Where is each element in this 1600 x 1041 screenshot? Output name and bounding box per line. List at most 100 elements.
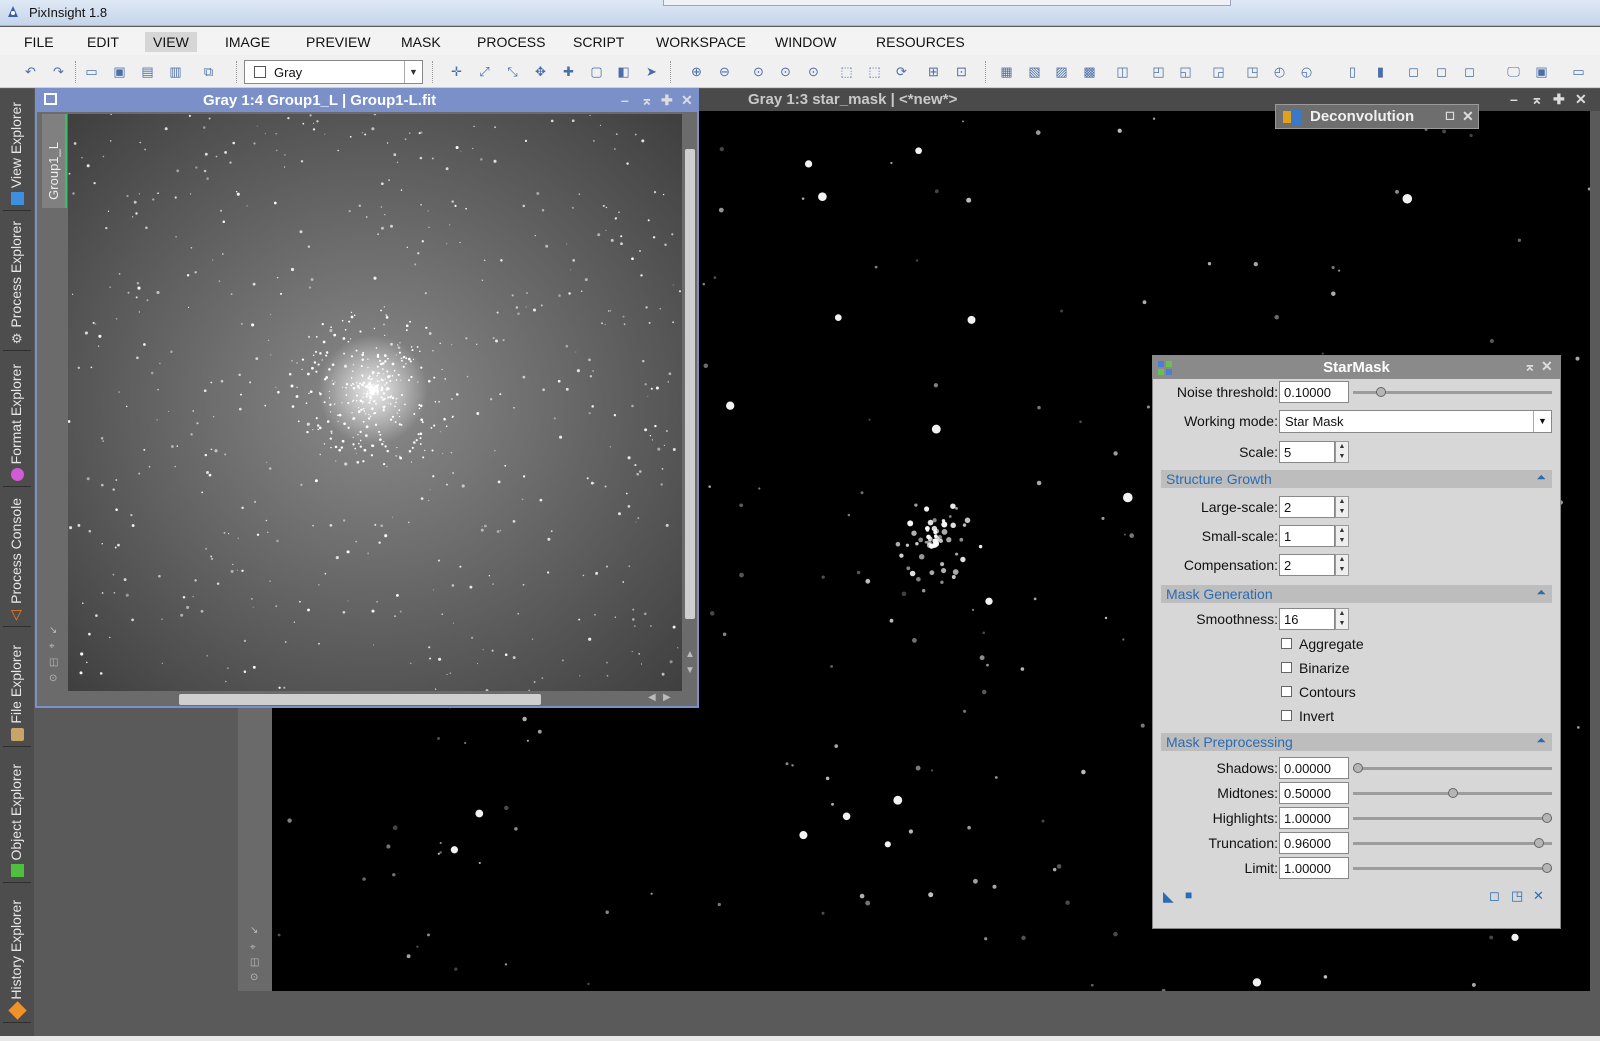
zoom-out-icon[interactable]: ⊖ <box>716 63 733 80</box>
vertical-scrollbar[interactable]: ▲ ▼ <box>682 114 697 691</box>
slider-knob[interactable] <box>1542 863 1552 873</box>
duplicate-icon[interactable]: ⧉ <box>200 63 217 80</box>
layout-two-icon[interactable]: ◻ <box>1433 63 1450 80</box>
tab-object-explorer[interactable]: Object Explorer <box>3 749 31 883</box>
tab-history-explorer[interactable]: History Explorer <box>3 885 31 1023</box>
shade-icon[interactable]: ⌅ <box>1524 358 1536 375</box>
collapse-icon[interactable]: ⏶ <box>1536 585 1546 600</box>
menu-process[interactable]: PROCESS <box>469 32 553 52</box>
checkbox-box[interactable] <box>1281 638 1292 649</box>
highlights-slider[interactable] <box>1353 813 1552 823</box>
deconvolution-process-icon[interactable]: Deconvolution ◻ ✕ <box>1275 104 1479 129</box>
mask-show-icon[interactable]: ◫ <box>1114 63 1131 80</box>
menu-script[interactable]: SCRIPT <box>565 32 632 52</box>
starmask-titlebar[interactable]: StarMask ⌅ ✕ <box>1153 356 1560 379</box>
mask-select-icon[interactable]: ▧ <box>1026 63 1043 80</box>
menu-workspace[interactable]: WORKSPACE <box>648 32 754 52</box>
window-title-search[interactable] <box>663 0 1231 6</box>
chevron-down-icon[interactable]: ▼ <box>1533 411 1551 432</box>
window-icon[interactable]: ↘ <box>49 625 57 636</box>
working-mode-select[interactable]: Star Mask ▼ <box>1279 410 1552 433</box>
fit-view-icon[interactable]: ⬚ <box>838 63 855 80</box>
menu-edit[interactable]: EDIT <box>79 32 127 52</box>
screen-transfer-icon[interactable]: ◳ <box>1244 63 1261 80</box>
checkbox-box[interactable] <box>1281 662 1292 673</box>
mask-create-icon[interactable]: ▦ <box>998 63 1015 80</box>
window-icon[interactable]: ↘ <box>250 925 258 936</box>
group1-l-image[interactable] <box>67 112 682 693</box>
shadows-input[interactable]: 0.00000 <box>1279 757 1349 779</box>
close-image-icon[interactable]: ▥ <box>167 63 184 80</box>
zoom-1-1-icon[interactable]: ⊙ <box>750 63 767 80</box>
close-icon[interactable]: ✕ <box>1575 91 1587 108</box>
menu-file[interactable]: FILE <box>16 32 62 52</box>
stf-reset-icon[interactable]: ◵ <box>1298 63 1315 80</box>
window-rotate-icon[interactable]: ⟳ <box>893 63 910 80</box>
close-icon[interactable]: ✕ <box>1462 108 1474 125</box>
smoothness-stepper[interactable]: ▲ ▼ <box>1335 608 1349 630</box>
scroll-up-icon[interactable]: ▲ <box>685 649 695 660</box>
center-icon[interactable]: ✚ <box>560 63 577 80</box>
truncation-slider[interactable] <box>1353 838 1552 848</box>
pan-mode-icon[interactable]: ✛ <box>448 63 465 80</box>
tab-file-explorer[interactable]: File Explorer <box>3 629 31 747</box>
zoom-custom-icon[interactable]: ⊙ <box>805 63 822 80</box>
preview-mode-icon[interactable]: ◧ <box>615 63 632 80</box>
zoom-1-2-icon[interactable]: ⊙ <box>777 63 794 80</box>
tab-format-explorer[interactable]: Format Explorer <box>3 353 31 487</box>
save-image-icon[interactable]: ▤ <box>139 63 156 80</box>
mask-invert-icon[interactable]: ▩ <box>1081 63 1098 80</box>
real-time-preview-icon[interactable]: ◳ <box>1511 888 1523 904</box>
compensation-input[interactable]: 2 <box>1279 554 1335 576</box>
midtones-slider[interactable] <box>1353 788 1552 798</box>
layout-one-icon[interactable]: ◻ <box>1405 63 1422 80</box>
minimize-icon[interactable]: – <box>1510 91 1518 107</box>
shadows-slider[interactable] <box>1353 763 1552 773</box>
small-scale-stepper[interactable]: ▲ ▼ <box>1335 525 1349 547</box>
scroll-right-icon[interactable]: ▶ <box>663 692 671 703</box>
close-icon[interactable]: ✕ <box>681 92 693 109</box>
mask-generation-section[interactable]: Mask Generation ⏶ <box>1161 585 1552 603</box>
compensation-stepper[interactable]: ▲ ▼ <box>1335 554 1349 576</box>
browse-doc-icon[interactable]: ◻ <box>1489 888 1500 904</box>
preview-edit-icon[interactable]: ◲ <box>1210 63 1227 80</box>
slider-knob[interactable] <box>1534 838 1545 848</box>
zoom-in-icon[interactable]: ⊕ <box>688 63 705 80</box>
horizontal-scrollbar[interactable]: ◀ ▶ <box>68 691 697 706</box>
menu-window[interactable]: WINDOW <box>767 32 844 52</box>
chevron-down-icon[interactable]: ▼ <box>404 61 422 83</box>
small-scale-input[interactable]: 1 <box>1279 525 1335 547</box>
layout-three-icon[interactable]: ◻ <box>1461 63 1478 80</box>
menu-preview[interactable]: PREVIEW <box>298 32 379 52</box>
checkbox-box[interactable] <box>1281 686 1292 697</box>
undo-icon[interactable]: ↶ <box>22 63 39 80</box>
shade-icon[interactable]: ⌅ <box>1531 91 1543 108</box>
shade-icon[interactable]: ⌅ <box>641 92 653 109</box>
slider-knob[interactable] <box>1542 813 1552 823</box>
display-settings-icon[interactable]: ▭ <box>1570 63 1587 80</box>
tab-view-explorer[interactable]: View Explorer <box>3 91 31 211</box>
scroll-down-icon[interactable]: ▼ <box>685 665 695 676</box>
close-icon[interactable]: ✕ <box>1541 358 1553 375</box>
select-pointer-icon[interactable]: ➤ <box>643 63 660 80</box>
window-icon[interactable]: ⊙ <box>250 972 258 983</box>
large-scale-input[interactable]: 2 <box>1279 496 1335 518</box>
channel-combo[interactable]: Gray ▼ <box>244 60 423 84</box>
scale-input[interactable]: 5 <box>1279 441 1335 463</box>
collapse-icon[interactable]: ⏶ <box>1536 733 1546 748</box>
window-tile-icon[interactable]: ⊞ <box>925 63 942 80</box>
highlights-input[interactable]: 1.00000 <box>1279 807 1349 829</box>
layout-panel-icon[interactable]: ▯ <box>1344 63 1361 80</box>
preview-new-icon[interactable]: ◰ <box>1150 63 1167 80</box>
tab-process-console[interactable]: Process Console ▽ <box>3 489 31 627</box>
window-group1-l[interactable]: Gray 1:4 Group1_L | Group1-L.fit – ⌅ ✚ ✕… <box>35 88 699 708</box>
monitor-icon[interactable]: 🖵 <box>1505 63 1522 80</box>
new-image-icon[interactable]: ▭ <box>83 63 100 80</box>
tab-process-explorer[interactable]: Process Explorer ⚙ <box>3 213 31 351</box>
window-group1-l-titlebar[interactable]: Gray 1:4 Group1_L | Group1-L.fit – ⌅ ✚ ✕ <box>37 90 697 112</box>
menu-view[interactable]: VIEW <box>145 32 197 52</box>
menu-image[interactable]: IMAGE <box>217 32 278 52</box>
window-icon[interactable]: ⌖ <box>250 942 256 953</box>
scale-stepper[interactable]: ▲ ▼ <box>1335 441 1349 463</box>
large-scale-stepper[interactable]: ▲ ▼ <box>1335 496 1349 518</box>
